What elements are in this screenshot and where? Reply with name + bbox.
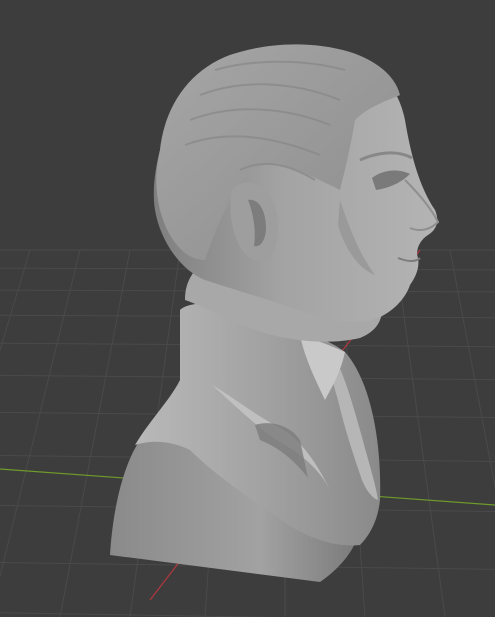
3d-viewport[interactable] [0,0,495,617]
viewport-canvas[interactable] [0,0,495,617]
